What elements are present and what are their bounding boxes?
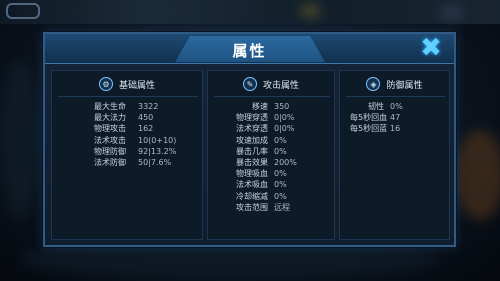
back-button[interactable] bbox=[6, 3, 40, 19]
divider bbox=[58, 96, 198, 97]
stat-label: 法术穿透 bbox=[236, 124, 268, 134]
stat-label: 法术吸血 bbox=[236, 180, 268, 190]
defense-attributes-panel: ◈ 防御属性 韧性 0% 每5秒回血 47 每5秒回蓝 16 bbox=[339, 70, 450, 240]
stat-value: 0% bbox=[274, 169, 287, 179]
stat-value: 0|0% bbox=[274, 124, 295, 134]
divider bbox=[346, 96, 445, 97]
stat-value: 162 bbox=[138, 124, 154, 134]
stat-label: 法术防御 bbox=[94, 158, 126, 168]
stat-label: 物理穿透 bbox=[236, 113, 268, 123]
stat-label: 最大法力 bbox=[94, 113, 126, 123]
attack-attributes-header: ✎ 攻击属性 bbox=[208, 76, 334, 92]
stat-value: 200% bbox=[274, 158, 297, 168]
basic-attributes-title: 基础属性 bbox=[118, 80, 155, 91]
stat-label: 攻击范围 bbox=[236, 202, 268, 212]
stat-value: 0% bbox=[274, 191, 287, 201]
dialog-title: 属性 bbox=[232, 42, 267, 60]
shield-icon: ◈ bbox=[366, 77, 381, 91]
stat-row: 每5秒回血 47 bbox=[350, 112, 459, 123]
stat-row: 每5秒回蓝 16 bbox=[350, 123, 459, 134]
stat-label: 法术攻击 bbox=[94, 135, 126, 145]
stat-value: 50|7.6% bbox=[138, 158, 172, 168]
stat-value: 350 bbox=[274, 102, 290, 112]
background-scene bbox=[455, 130, 500, 220]
stat-value: 3322 bbox=[138, 102, 159, 112]
stat-value: 0% bbox=[390, 102, 403, 112]
stat-value: 450 bbox=[138, 113, 154, 123]
stat-label: 每5秒回血 bbox=[350, 113, 388, 123]
background-scene bbox=[0, 60, 40, 220]
stat-value: 16 bbox=[390, 124, 401, 134]
stat-value: 0|0% bbox=[274, 113, 295, 123]
stat-value: 0% bbox=[274, 146, 287, 156]
close-button[interactable]: ✖ bbox=[418, 35, 444, 61]
attack-attributes-panel: ✎ 攻击属性 移速 350 物理穿透 0|0% 法术穿透 0|0% 攻速加成 0% 暴击… bbox=[207, 70, 335, 240]
stat-label: 物理防御 bbox=[94, 146, 126, 156]
defense-attributes-header: ◈ 防御属性 bbox=[340, 76, 449, 92]
attack-attributes-title: 攻击属性 bbox=[262, 80, 299, 91]
sword-icon: ✎ bbox=[242, 77, 257, 91]
background-scene bbox=[440, 6, 464, 20]
stat-value: 92|13.2% bbox=[138, 146, 177, 156]
stat-label: 暴击效果 bbox=[236, 158, 268, 168]
background-scene bbox=[300, 4, 320, 18]
basic-attributes-panel: ⚙ 基础属性 最大生命 3322 最大法力 450 物理攻击 162 法术攻击 10(0… bbox=[51, 70, 203, 240]
dialog-titlebar: 属性 ✖ bbox=[45, 34, 454, 64]
stat-label: 最大生命 bbox=[94, 102, 126, 112]
stat-value: 远程 bbox=[274, 202, 290, 212]
attributes-dialog: 属性 ✖ ⚙ 基础属性 最大生命 3322 最大法力 450 物理攻击 162 法术攻… bbox=[43, 32, 456, 247]
stat-label: 攻速加成 bbox=[236, 135, 268, 145]
stat-label: 移速 bbox=[252, 102, 268, 112]
stat-row: 韧性 0% bbox=[350, 101, 459, 112]
defense-attributes-title: 防御属性 bbox=[386, 80, 423, 91]
stat-label: 暴击几率 bbox=[236, 146, 268, 156]
stat-label: 物理攻击 bbox=[94, 124, 126, 134]
gear-icon: ⚙ bbox=[98, 77, 113, 91]
stat-value: 0% bbox=[274, 180, 287, 190]
stat-label: 每5秒回蓝 bbox=[350, 124, 388, 134]
stat-label: 冷却缩减 bbox=[236, 191, 268, 201]
top-hud-strip bbox=[0, 0, 500, 24]
divider bbox=[214, 96, 330, 97]
stat-value: 0% bbox=[274, 135, 287, 145]
stat-value: 47 bbox=[390, 113, 401, 123]
stat-label: 物理吸血 bbox=[236, 169, 268, 179]
stat-label: 韧性 bbox=[368, 102, 384, 112]
stat-value: 10(0+10) bbox=[138, 135, 177, 145]
basic-attributes-header: ⚙ 基础属性 bbox=[52, 76, 202, 92]
